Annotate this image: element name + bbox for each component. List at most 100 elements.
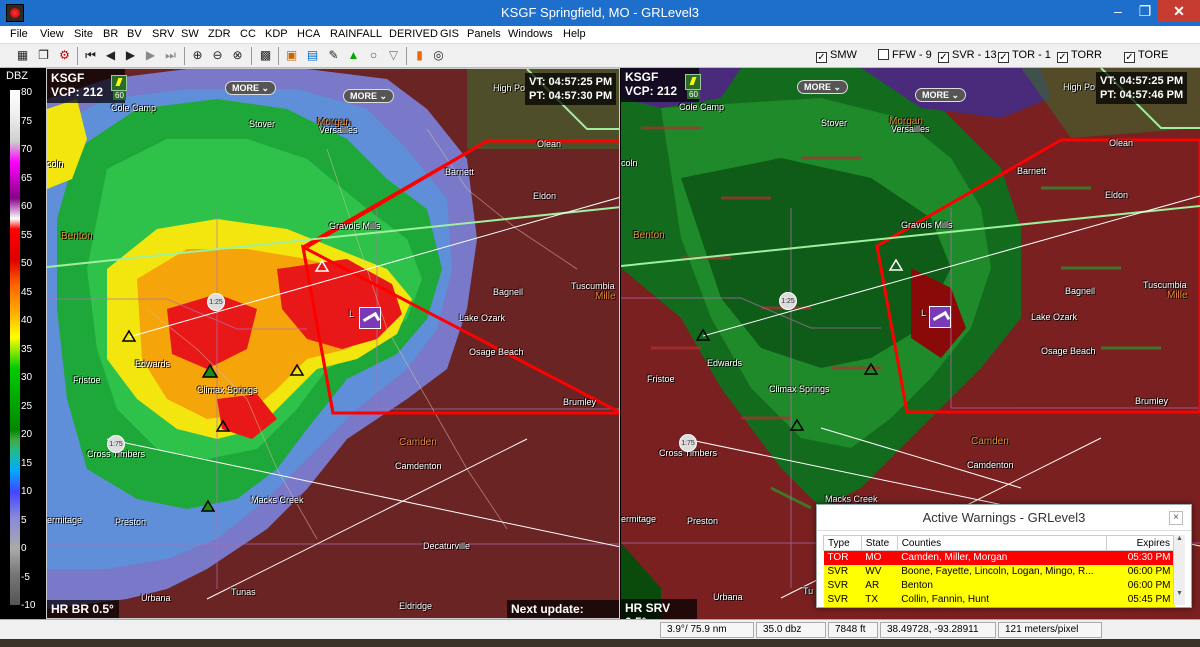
column-header[interactable]: Counties	[896, 535, 1108, 551]
stop-icon[interactable]: ▮	[411, 47, 428, 64]
target-icon[interactable]: ◎	[430, 47, 447, 64]
menu-gis[interactable]: GIS	[440, 28, 459, 40]
map-label: Eldon	[533, 191, 557, 201]
column-header[interactable]: Expires	[1106, 535, 1175, 551]
map-label: Benton	[61, 231, 93, 242]
menu-windows[interactable]: Windows	[508, 28, 553, 40]
map-label: Eldon	[1105, 190, 1129, 200]
next-frame-icon[interactable]: ▶	[142, 47, 159, 64]
menu-file[interactable]: File	[10, 28, 28, 40]
map-label: Fristoe	[73, 375, 101, 385]
storm-badge[interactable]: 1:75	[107, 435, 125, 453]
minimize-button[interactable]: –	[1104, 0, 1132, 22]
menu-br[interactable]: BR	[103, 28, 118, 40]
table-row[interactable]: SVR WV Boone, Fayette, Lincoln, Logan, M…	[823, 564, 1175, 579]
settings-icon[interactable]: ⚙	[56, 47, 73, 64]
active-warnings-window[interactable]: Active Warnings - GRLevel3 × Type State …	[816, 504, 1192, 608]
map-label: Edwards	[135, 359, 171, 369]
last-frame-icon[interactable]: ⏭	[162, 47, 179, 64]
menu-help[interactable]: Help	[563, 28, 586, 40]
menu-view[interactable]: View	[40, 28, 64, 40]
column-header[interactable]: State	[860, 535, 898, 551]
column-header[interactable]: Type	[823, 535, 862, 551]
filter-smw[interactable]: ✓ SMW	[816, 49, 857, 63]
map-label: Fristoe	[647, 374, 675, 384]
more-button[interactable]: MORE ⌄	[343, 89, 395, 103]
pencil-icon[interactable]: ✎	[325, 47, 342, 64]
process-time: PT: 04:57:30 PM	[529, 90, 613, 102]
filter-tore[interactable]: ✓ TORE	[1124, 49, 1168, 63]
map-label: Macks Creek	[251, 495, 304, 505]
storm-badge[interactable]: 1:25	[207, 293, 225, 311]
checkbox-icon	[878, 49, 889, 60]
menu-rainfall[interactable]: RAINFALL	[330, 28, 382, 40]
map-label: Barnett	[445, 167, 475, 177]
scale-tick: 15	[21, 458, 33, 469]
scroll-up-icon[interactable]: ▲	[1174, 535, 1185, 542]
table-row[interactable]: SVR TX Collin, Fannin, Hunt 05:45 PM	[823, 592, 1175, 607]
map-label: Eldridge	[399, 601, 433, 611]
menu-derived[interactable]: DERIVED	[389, 28, 438, 40]
map-label: Cole Camp	[111, 103, 157, 113]
maximize-button[interactable]: ❐	[1131, 0, 1159, 22]
first-frame-icon[interactable]: ⏮	[82, 47, 99, 64]
map-label: coln	[47, 159, 64, 169]
mesocyclone-icon[interactable]	[929, 306, 951, 328]
prev-frame-icon[interactable]: ◀	[102, 47, 119, 64]
menu-site[interactable]: Site	[74, 28, 93, 40]
copy-icon[interactable]: ❐	[35, 47, 52, 64]
menu-bv[interactable]: BV	[127, 28, 142, 40]
triangle-icon[interactable]: ▲	[345, 47, 362, 64]
menu-cc[interactable]: CC	[240, 28, 256, 40]
menu-srv[interactable]: SRV	[152, 28, 174, 40]
menu-zdr[interactable]: ZDR	[208, 28, 231, 40]
filter-torr[interactable]: ✓ TORR	[1057, 49, 1102, 63]
scale-tick: 50	[21, 258, 33, 269]
mesocyclone-icon[interactable]	[359, 307, 381, 329]
storm-badge[interactable]: 1:25	[779, 292, 797, 310]
map-label: Macks Creek	[825, 494, 878, 504]
circle-icon[interactable]: ○	[365, 47, 382, 64]
play-icon[interactable]: ▶	[122, 47, 139, 64]
filter-ffw[interactable]: FFW - 9	[878, 49, 932, 61]
menu-panels[interactable]: Panels	[467, 28, 501, 40]
checkbox-icon: ✓	[938, 52, 949, 63]
menu-sw[interactable]: SW	[181, 28, 199, 40]
zoom-reset-icon[interactable]: ⊗	[229, 47, 246, 64]
map-label: ermitage	[621, 514, 657, 524]
map-label: Gravois Mills	[329, 221, 381, 231]
more-button[interactable]: MORE ⌄	[915, 88, 967, 102]
radar-panel-reflectivity[interactable]: KSGF VCP: 212 60 VT: 04:57:25 PM PT: 04:…	[46, 68, 620, 619]
more-button[interactable]: MORE ⌄	[225, 81, 277, 95]
status-bar: 3.9°/ 75.9 nm 35.0 dbz 7848 ft 38.49728,…	[0, 619, 1200, 639]
map-label: Climax Springs	[769, 384, 830, 394]
map-label: Camden	[971, 436, 1009, 447]
close-button[interactable]: ✕	[1158, 0, 1200, 22]
version-badge: 60	[687, 90, 700, 99]
monitor-icon[interactable]: ▩	[257, 47, 274, 64]
table-row[interactable]: TOR MO Camden, Miller, Morgan 05:30 PM	[823, 550, 1175, 565]
storm-badge[interactable]: 1:75	[679, 434, 697, 452]
more-button[interactable]: MORE ⌄	[797, 80, 849, 94]
scroll-down-icon[interactable]: ▼	[1174, 590, 1185, 597]
zoom-out-icon[interactable]: ⊖	[209, 47, 226, 64]
version-badge: 60	[113, 91, 126, 100]
filter-icon[interactable]: ▽	[385, 47, 402, 64]
color-table-icon[interactable]: ▣	[283, 47, 300, 64]
scale-tick: 10	[21, 486, 33, 497]
zoom-in-icon[interactable]: ⊕	[189, 47, 206, 64]
grid-icon[interactable]: ▦	[14, 47, 31, 64]
table-row[interactable]: SVR AR Benton 06:00 PM	[823, 578, 1175, 593]
map-label: Edwards	[707, 358, 743, 368]
warnings-scrollbar[interactable]: ▲ ▼	[1173, 535, 1185, 605]
scale-tick: 65	[21, 173, 33, 184]
chevron-down-icon: ⌄	[377, 91, 388, 101]
menu-kdp[interactable]: KDP	[265, 28, 288, 40]
filter-svr[interactable]: ✓ SVR - 13	[938, 49, 997, 63]
palette-icon[interactable]: ▤	[304, 47, 321, 64]
scale-tick: 75	[21, 116, 33, 127]
warnings-close-button[interactable]: ×	[1169, 511, 1183, 525]
scale-tick: 80	[21, 87, 33, 98]
filter-tor[interactable]: ✓ TOR - 1	[998, 49, 1051, 63]
menu-hca[interactable]: HCA	[297, 28, 320, 40]
